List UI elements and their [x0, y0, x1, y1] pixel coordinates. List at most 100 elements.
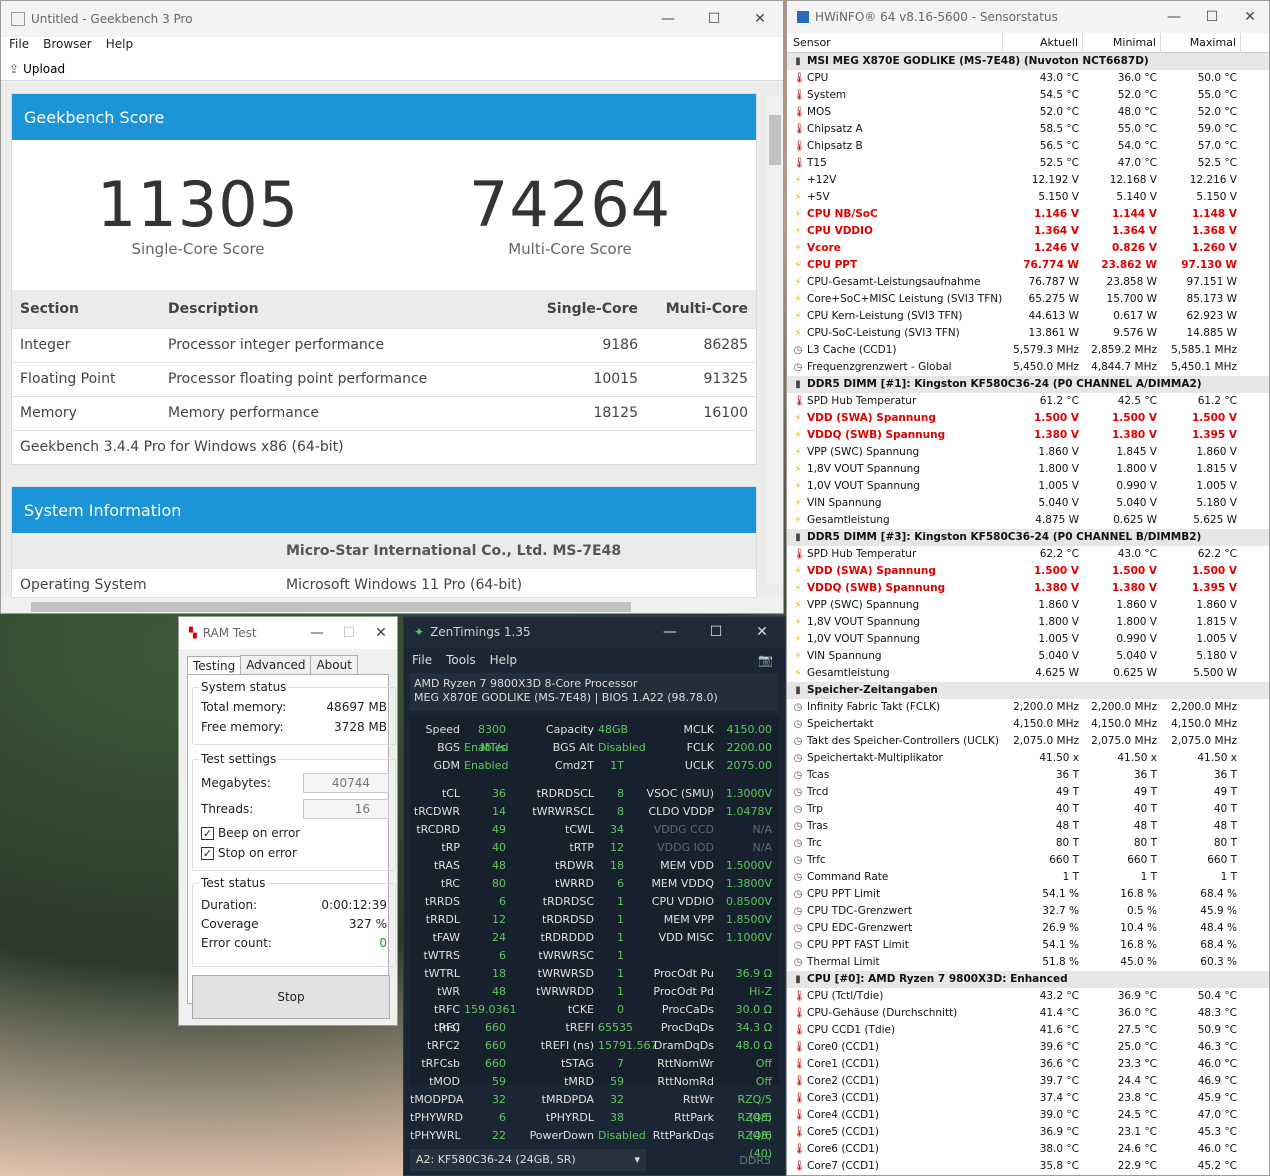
close-button[interactable]: ✕: [365, 625, 397, 641]
sensor-row[interactable]: ◷ Tras 48 T 48 T 48 T: [787, 818, 1269, 835]
sensor-row[interactable]: ⚡ VIN Spannung 5.040 V 5.040 V 5.180 V: [787, 495, 1269, 512]
sensor-row[interactable]: ⚡ VPP (SWC) Spannung 1.860 V 1.860 V 1.860 V: [787, 597, 1269, 614]
column-min[interactable]: Minimal: [1083, 33, 1161, 53]
sensor-row[interactable]: 🌡 System 54.5 °C 52.0 °C 55.0 °C: [787, 87, 1269, 104]
sensor-row[interactable]: 🌡 CPU 43.0 °C 36.0 °C 50.0 °C: [787, 70, 1269, 87]
tab-about[interactable]: About: [310, 655, 358, 674]
sensor-row[interactable]: ⚡ 1,0V VOUT Spannung 1.005 V 0.990 V 1.005 V: [787, 478, 1269, 495]
sensor-row[interactable]: ⚡ CPU-SoC-Leistung (SVI3 TFN) 13.861 W 9.57…: [787, 325, 1269, 342]
sensor-row[interactable]: ⚡ CPU PPT 76.774 W 23.862 W 97.130 W: [787, 257, 1269, 274]
sensor-row[interactable]: ◷ Speichertakt-Multiplikator 41.50 x 41.50 …: [787, 750, 1269, 767]
maximize-button[interactable]: ☐: [693, 624, 739, 640]
close-button[interactable]: ✕: [1231, 9, 1269, 25]
menu-tools[interactable]: Tools: [446, 653, 476, 667]
sensor-row[interactable]: ⚡ VDD (SWA) Spannung 1.500 V 1.500 V 1.500 V: [787, 563, 1269, 580]
beep-on-error-checkbox[interactable]: ✓ Beep on error: [201, 826, 300, 840]
sensor-row[interactable]: 🌡 CPU (Tctl/Tdie) 43.2 °C 36.9 °C 50.4 °C: [787, 988, 1269, 1005]
stop-on-error-checkbox[interactable]: ✓ Stop on error: [201, 846, 297, 860]
column-sensor[interactable]: Sensor: [787, 33, 1003, 53]
sensor-row[interactable]: ⚡ +5V 5.150 V 5.140 V 5.150 V: [787, 189, 1269, 206]
menu-browser[interactable]: Browser: [43, 37, 92, 57]
sensor-row[interactable]: ⚡ VDD (SWA) Spannung 1.500 V 1.500 V 1.500 V: [787, 410, 1269, 427]
sensor-row[interactable]: ◷ CPU TDC-Grenzwert 32.7 % 0.5 % 45.9 %: [787, 903, 1269, 920]
sensor-row[interactable]: 🌡 Core1 (CCD1) 36.6 °C 23.3 °C 46.0 °C: [787, 1056, 1269, 1073]
sensor-row[interactable]: 🌡 Core3 (CCD1) 37.4 °C 23.8 °C 45.9 °C: [787, 1090, 1269, 1107]
tab-testing[interactable]: Testing: [187, 656, 242, 675]
menu-help[interactable]: Help: [106, 37, 133, 57]
horizontal-scrollbar[interactable]: [1, 599, 767, 613]
minimize-button[interactable]: —: [645, 11, 691, 27]
sensor-row[interactable]: 🌡 Chipsatz B 56.5 °C 54.0 °C 57.0 °C: [787, 138, 1269, 155]
sensor-row[interactable]: ⚡ CPU Kern-Leistung (SVI3 TFN) 44.613 W 0.6…: [787, 308, 1269, 325]
sensor-row[interactable]: ⚡ VDDQ (SWB) Spannung 1.380 V 1.380 V 1.395 …: [787, 427, 1269, 444]
sensor-row[interactable]: ◷ Trc 80 T 80 T 80 T: [787, 835, 1269, 852]
upload-button[interactable]: Upload: [23, 62, 65, 76]
sensor-row[interactable]: ◷ Trp 40 T 40 T 40 T: [787, 801, 1269, 818]
sensor-group-header[interactable]: ▮ MSI MEG X870E GODLIKE (MS-7E48) (Nuvoto…: [787, 53, 1269, 70]
sensor-row[interactable]: ⚡ VDDQ (SWB) Spannung 1.380 V 1.380 V 1.395 …: [787, 580, 1269, 597]
maximize-button[interactable]: ☐: [691, 11, 737, 27]
menu-help[interactable]: Help: [490, 653, 517, 667]
sensor-row[interactable]: ⚡ Gesamtleistung 4.625 W 0.625 W 5.500 W: [787, 665, 1269, 682]
sensor-row[interactable]: 🌡 T15 52.5 °C 47.0 °C 52.5 °C: [787, 155, 1269, 172]
maximize-button[interactable]: ☐: [1193, 9, 1231, 25]
sensor-row[interactable]: ◷ CPU EDC-Grenzwert 26.9 % 10.4 % 48.4 %: [787, 920, 1269, 937]
stop-button[interactable]: Stop: [192, 975, 390, 1019]
sensor-row[interactable]: ◷ Infinity Fabric Takt (FCLK) 2,200.0 MHz 2…: [787, 699, 1269, 716]
sensor-row[interactable]: 🌡 Core0 (CCD1) 39.6 °C 25.0 °C 46.3 °C: [787, 1039, 1269, 1056]
sensor-row[interactable]: 🌡 CPU-Gehäuse (Durchschnitt) 41.4 °C 36.0 °…: [787, 1005, 1269, 1022]
sensor-group-header[interactable]: ▮ DDR5 DIMM [#3]: Kingston KF580C36-24 (P…: [787, 529, 1269, 546]
sensor-row[interactable]: ◷ CPU PPT FAST Limit 54.1 % 16.8 % 68.4 %: [787, 937, 1269, 954]
sensor-row[interactable]: ◷ L3 Cache (CCD1) 5,579.3 MHz 2,859.2 MHz 5,…: [787, 342, 1269, 359]
sensor-row[interactable]: ◷ Takt des Speicher-Controllers (UCLK) 2,0…: [787, 733, 1269, 750]
sensor-row[interactable]: ⚡ +12V 12.192 V 12.168 V 12.216 V: [787, 172, 1269, 189]
megabytes-input[interactable]: 40744: [303, 773, 389, 793]
sensor-row[interactable]: 🌡 SPD Hub Temperatur 62.2 °C 43.0 °C 62.2 °C: [787, 546, 1269, 563]
sensor-row[interactable]: 🌡 SPD Hub Temperatur 61.2 °C 42.5 °C 61.2 °C: [787, 393, 1269, 410]
sensor-row[interactable]: ⚡ 1,0V VOUT Spannung 1.005 V 0.990 V 1.005 V: [787, 631, 1269, 648]
sensor-row[interactable]: ◷ Trcd 49 T 49 T 49 T: [787, 784, 1269, 801]
sensor-row[interactable]: 🌡 Core4 (CCD1) 39.0 °C 24.5 °C 47.0 °C: [787, 1107, 1269, 1124]
sensor-row[interactable]: ⚡ 1,8V VOUT Spannung 1.800 V 1.800 V 1.815 V: [787, 614, 1269, 631]
minimize-button[interactable]: —: [1155, 9, 1193, 25]
threads-input[interactable]: 16: [303, 799, 389, 819]
sensor-row[interactable]: 🌡 Chipsatz A 58.5 °C 55.0 °C 59.0 °C: [787, 121, 1269, 138]
sensor-row[interactable]: ◷ Frequenzgrenzwert - Global 5,450.0 MHz 4,…: [787, 359, 1269, 376]
sensor-row[interactable]: ◷ Trfc 660 T 660 T 660 T: [787, 852, 1269, 869]
sensor-row[interactable]: 🌡 Core7 (CCD1) 35.8 °C 22.9 °C 45.2 °C: [787, 1158, 1269, 1175]
close-button[interactable]: ✕: [737, 11, 783, 27]
sensor-row[interactable]: ◷ Tcas 36 T 36 T 36 T: [787, 767, 1269, 784]
menu-file[interactable]: File: [9, 37, 29, 57]
sensor-row[interactable]: 🌡 MOS 52.0 °C 48.0 °C 52.0 °C: [787, 104, 1269, 121]
dimm-select[interactable]: A2: KF580C36-24 (24GB, SR) ▾: [410, 1149, 646, 1171]
screenshot-camera-icon[interactable]: 📷: [758, 653, 773, 667]
sensor-group-header[interactable]: ▮ Speicher-Zeitangaben: [787, 682, 1269, 699]
sensor-group-header[interactable]: ▮ CPU [#0]: AMD Ryzen 7 9800X3D: Enhanced: [787, 971, 1269, 988]
sensor-row[interactable]: ⚡ CPU NB/SoC 1.146 V 1.144 V 1.148 V: [787, 206, 1269, 223]
sensor-row[interactable]: ⚡ Core+SoC+MISC Leistung (SVI3 TFN) 65.275…: [787, 291, 1269, 308]
sensor-row[interactable]: 🌡 Core5 (CCD1) 36.9 °C 23.1 °C 45.3 °C: [787, 1124, 1269, 1141]
tab-advanced[interactable]: Advanced: [240, 655, 312, 674]
menu-file[interactable]: File: [412, 653, 432, 667]
column-max[interactable]: Maximal: [1161, 33, 1241, 53]
column-current[interactable]: Aktuell: [1003, 33, 1083, 53]
sensor-row[interactable]: 🌡 Core6 (CCD1) 38.0 °C 24.6 °C 46.0 °C: [787, 1141, 1269, 1158]
sensor-group-header[interactable]: ▮ DDR5 DIMM [#1]: Kingston KF580C36-24 (P…: [787, 376, 1269, 393]
sensor-row[interactable]: 🌡 Core2 (CCD1) 39.7 °C 24.4 °C 46.9 °C: [787, 1073, 1269, 1090]
sensor-row[interactable]: ⚡ VIN Spannung 5.040 V 5.040 V 5.180 V: [787, 648, 1269, 665]
sensor-row[interactable]: ⚡ CPU VDDIO 1.364 V 1.364 V 1.368 V: [787, 223, 1269, 240]
sensor-row[interactable]: ◷ Command Rate 1 T 1 T 1 T: [787, 869, 1269, 886]
sensor-row[interactable]: ⚡ CPU-Gesamt-Leistungsaufnahme 76.787 W 23.…: [787, 274, 1269, 291]
sensor-row[interactable]: ⚡ 1,8V VOUT Spannung 1.800 V 1.800 V 1.815 V: [787, 461, 1269, 478]
sensor-row[interactable]: ◷ Speichertakt 4,150.0 MHz 4,150.0 MHz 4,150…: [787, 716, 1269, 733]
minimize-button[interactable]: —: [647, 624, 693, 640]
sensor-row[interactable]: ⚡ VPP (SWC) Spannung 1.860 V 1.845 V 1.860 V: [787, 444, 1269, 461]
minimize-button[interactable]: —: [301, 625, 333, 641]
sensor-row[interactable]: ⚡ Gesamtleistung 4.875 W 0.625 W 5.625 W: [787, 512, 1269, 529]
vertical-scrollbar[interactable]: [767, 95, 783, 585]
maximize-button[interactable]: ☐: [333, 625, 365, 641]
close-button[interactable]: ✕: [739, 624, 785, 640]
sensor-row[interactable]: ◷ CPU PPT Limit 54.1 % 16.8 % 68.4 %: [787, 886, 1269, 903]
sensor-row[interactable]: ◷ Thermal Limit 51.8 % 45.0 % 60.3 %: [787, 954, 1269, 971]
sensor-row[interactable]: ⚡ Vcore 1.246 V 0.826 V 1.260 V: [787, 240, 1269, 257]
